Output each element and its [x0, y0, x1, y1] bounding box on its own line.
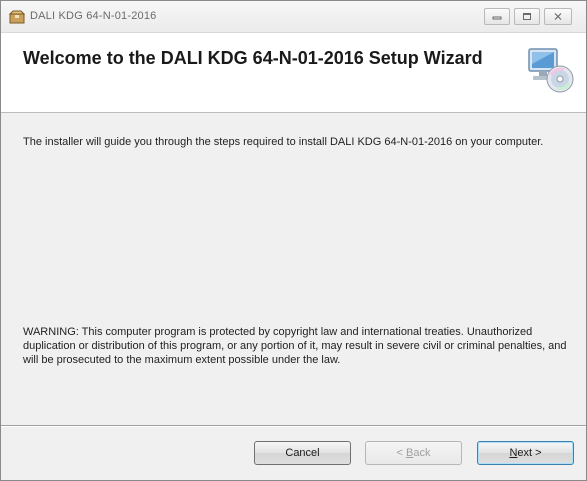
next-button-label: Next >: [509, 447, 542, 459]
copyright-warning: WARNING: This computer program is protec…: [23, 326, 567, 366]
wizard-body: The installer will guide you through the…: [1, 113, 586, 421]
next-button[interactable]: Next >: [477, 441, 574, 465]
title-bar[interactable]: DALI KDG 64-N-01-2016: [1, 1, 586, 33]
cancel-button[interactable]: Cancel: [254, 441, 351, 465]
page-title: Welcome to the DALI KDG 64-N-01-2016 Set…: [23, 48, 483, 68]
maximize-icon: [522, 12, 532, 21]
window-title: DALI KDG 64-N-01-2016: [30, 10, 157, 22]
installer-box-icon: [8, 10, 26, 24]
close-button[interactable]: [544, 8, 572, 25]
close-icon: [553, 12, 563, 21]
cancel-button-label: Cancel: [285, 447, 320, 459]
header-banner: Welcome to the DALI KDG 64-N-01-2016 Set…: [1, 33, 586, 113]
maximize-button[interactable]: [514, 8, 540, 25]
computer-cd-icon: [525, 45, 575, 95]
setup-wizard-window: DALI KDG 64-N-01-2016 Welcome to the DAL…: [0, 0, 587, 481]
button-bar: Cancel < Back Next >: [1, 427, 586, 480]
minimize-button[interactable]: [484, 8, 510, 25]
minimize-icon: [492, 13, 502, 21]
intro-text: The installer will guide you through the…: [23, 136, 544, 148]
back-button[interactable]: < Back: [365, 441, 462, 465]
back-button-label: < Back: [396, 447, 431, 459]
